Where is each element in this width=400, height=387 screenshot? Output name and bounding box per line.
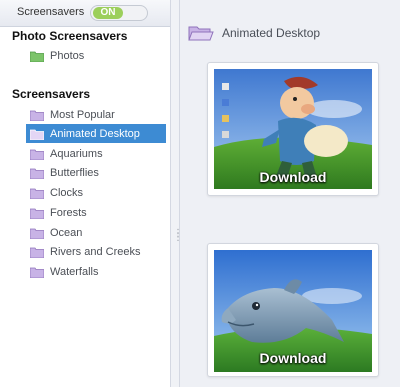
sidebar-item-rivers-and-creeks[interactable]: Rivers and Creeks: [26, 242, 166, 261]
sidebar-topbar: Screensavers ON: [0, 0, 170, 27]
sidebar-item-aquariums[interactable]: Aquariums: [26, 144, 166, 163]
sidebar-item-label: Most Popular: [50, 108, 115, 121]
folder-icon: [30, 267, 44, 278]
screensaver-thumbnail: Download: [214, 69, 372, 189]
content-header: Animated Desktop: [188, 18, 400, 48]
sidebar-item-animated-desktop[interactable]: Animated Desktop: [26, 124, 166, 143]
folder-icon: [30, 247, 44, 258]
sidebar-item-label: Photos: [50, 49, 85, 62]
sidebar-item-clocks[interactable]: Clocks: [26, 183, 166, 202]
sidebar-item-label: Aquariums: [50, 147, 103, 160]
screensavers-toggle-label: Screensavers: [17, 6, 85, 18]
sidebar-item-label: Clocks: [50, 186, 84, 199]
folder-icon: [30, 188, 44, 199]
folder-icon: [30, 168, 44, 179]
sidebar-item-label: Forests: [50, 206, 87, 219]
sidebar-item-label: Ocean: [50, 226, 83, 239]
screensaver-thumbnail: Download: [214, 250, 372, 372]
pane-splitter[interactable]: [171, 0, 180, 387]
sidebar-item-ocean[interactable]: Ocean: [26, 223, 166, 242]
screensaver-card[interactable]: Download: [207, 62, 379, 196]
content-title: Animated Desktop: [222, 26, 321, 40]
folder-open-icon: [188, 26, 214, 41]
screensaver-card[interactable]: Download: [207, 243, 379, 377]
screensavers-title: Screensavers: [12, 87, 91, 101]
screensavers-toggle[interactable]: ON: [90, 5, 148, 21]
folder-icon: [30, 228, 44, 239]
sidebar-item-forests[interactable]: Forests: [26, 203, 166, 222]
sidebar-item-most-popular[interactable]: Most Popular: [26, 105, 166, 124]
sidebar-item-label: Animated Desktop: [50, 127, 140, 140]
sidebar-item-butterflies[interactable]: Butterflies: [26, 163, 166, 182]
sidebar-item-label: Butterflies: [50, 166, 99, 179]
folder-icon: [30, 208, 44, 219]
sidebar-item-photos[interactable]: Photos: [26, 46, 166, 65]
sidebar-item-label: Rivers and Creeks: [50, 245, 141, 258]
toggle-on-label: ON: [93, 7, 123, 19]
photo-screensavers-title: Photo Screensavers: [12, 29, 128, 43]
folder-icon: [30, 149, 44, 160]
sidebar: Screensavers ON Photo Screensavers Photo…: [0, 0, 171, 387]
folder-icon: [30, 51, 44, 62]
folder-icon: [30, 110, 44, 121]
folder-open-icon: [30, 129, 44, 140]
download-label[interactable]: Download: [214, 169, 372, 185]
download-label[interactable]: Download: [214, 350, 372, 366]
sidebar-item-waterfalls[interactable]: Waterfalls: [26, 262, 166, 281]
sidebar-item-label: Waterfalls: [50, 265, 99, 278]
